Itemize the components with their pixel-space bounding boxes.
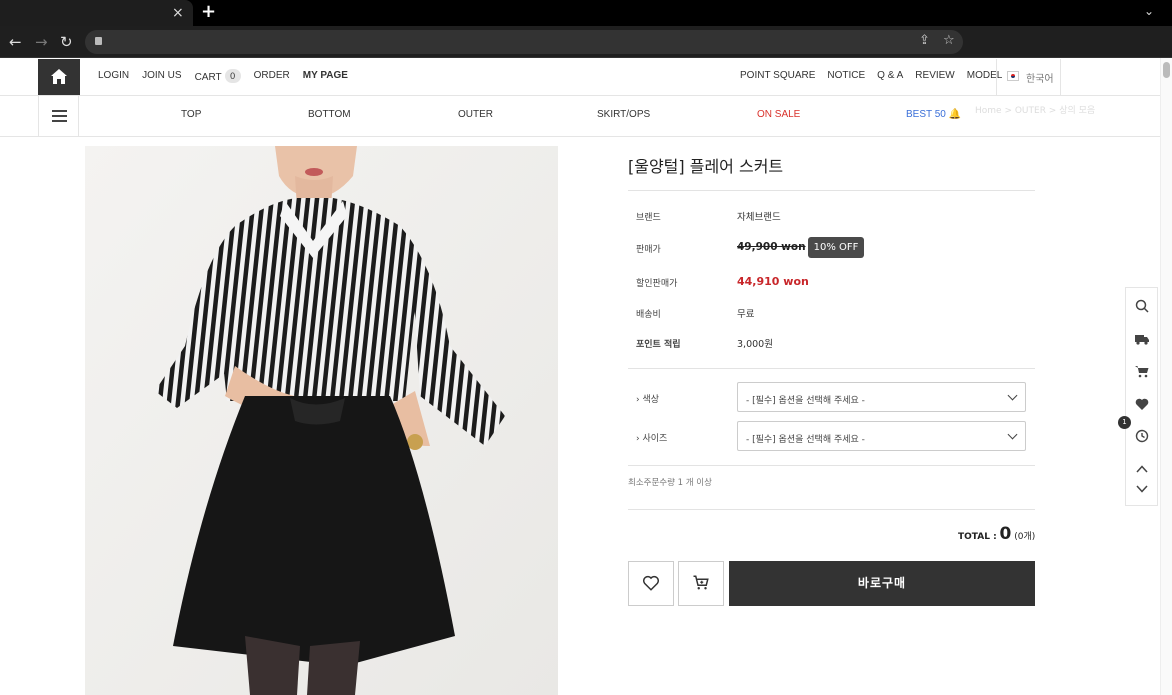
category-skirt-ops[interactable]: SKIRT/OPS <box>597 109 650 120</box>
hamburger-icon <box>52 110 67 112</box>
divider <box>628 509 1035 510</box>
total-label: TOTAL : <box>958 532 997 542</box>
brand-label: 브랜드 <box>636 213 661 223</box>
close-icon[interactable]: × <box>172 4 184 22</box>
hamburger-icon-bar <box>52 120 67 122</box>
wishlist-button[interactable] <box>628 561 674 606</box>
back-icon[interactable]: ← <box>9 32 22 52</box>
category-best-50[interactable]: BEST 50 🔔 <box>906 109 961 120</box>
category-outer[interactable]: OUTER <box>458 109 493 120</box>
cart-link-label: CART <box>194 72 222 83</box>
product-title: [울양털] 플레어 스커트 <box>628 157 784 176</box>
lock-icon <box>95 37 102 45</box>
page-scrollbar[interactable] <box>1160 58 1172 695</box>
min-order-qty: 최소주문수량 1 개 이상 <box>628 478 712 488</box>
site-top-bar: LOGIN JOIN US CART 0 ORDER MY PAGE POINT … <box>0 58 1172 96</box>
heart-icon[interactable] <box>1134 396 1150 412</box>
sale-price: 44,910 won <box>737 275 809 288</box>
cart-icon <box>693 575 709 590</box>
hamburger-icon-bar <box>52 115 67 117</box>
reload-icon[interactable]: ↻ <box>60 32 73 52</box>
bookmark-star-icon[interactable]: ☆ <box>943 33 955 48</box>
total-count: (0개) <box>1014 532 1036 542</box>
truck-icon[interactable] <box>1134 331 1150 347</box>
chevron-down-icon <box>1007 390 1018 401</box>
category-top[interactable]: TOP <box>181 109 201 120</box>
brand-value: 자체브랜드 <box>737 212 781 223</box>
breadcrumb: Home > OUTER > 상의 모음 <box>975 106 1096 116</box>
chevron-up-icon[interactable] <box>1134 461 1150 477</box>
total-value: 0 <box>999 524 1012 544</box>
category-on-sale[interactable]: ON SALE <box>757 109 800 120</box>
clock-icon[interactable] <box>1134 428 1150 444</box>
browser-tab-bar: × + ⌄ <box>0 0 1172 26</box>
price-label: 판매가 <box>636 245 661 255</box>
member-links: LOGIN JOIN US CART 0 ORDER MY PAGE <box>98 69 348 84</box>
color-select-value: - [필수] 옵션을 선택해 주세요 - <box>746 396 865 406</box>
recent-view-badge: 1 <box>1118 416 1131 429</box>
address-bar-row: ← → ↻ ⇪ ☆ <box>0 26 1172 58</box>
chevron-down-icon[interactable] <box>1134 481 1150 497</box>
chevron-down-icon <box>1007 429 1018 440</box>
new-tab-icon[interactable]: + <box>201 2 216 22</box>
size-option-label: › 사이즈 <box>636 434 668 444</box>
login-link[interactable]: LOGIN <box>98 70 129 84</box>
language-label: 한국어 <box>1026 74 1054 85</box>
original-price: 49,900 won <box>737 241 806 253</box>
points-label: 포인트 적립 <box>636 340 681 350</box>
browser-tab[interactable]: × <box>0 0 193 26</box>
size-select[interactable]: - [필수] 옵션을 선택해 주세요 - <box>737 421 1026 451</box>
point-square-link[interactable]: POINT SQUARE <box>740 70 815 81</box>
menu-button[interactable] <box>38 96 79 136</box>
quick-menu <box>1125 287 1158 506</box>
total-price: TOTAL : 0 (0개) <box>958 524 1035 544</box>
divider <box>628 368 1035 369</box>
heart-icon <box>642 575 660 591</box>
share-icon[interactable]: ⇪ <box>919 33 930 48</box>
discount-badge: 10% OFF <box>808 237 864 258</box>
cart-count-badge: 0 <box>224 69 241 83</box>
home-button[interactable] <box>38 59 80 95</box>
address-input[interactable]: ⇪ ☆ <box>85 30 963 54</box>
mypage-link[interactable]: MY PAGE <box>303 70 348 84</box>
board-links: POINT SQUARE NOTICE Q & A REVIEW MODEL <box>740 70 1002 81</box>
cart-link[interactable]: CART 0 <box>194 69 241 84</box>
points-value: 3,000원 <box>737 339 773 350</box>
divider <box>628 465 1035 466</box>
color-select[interactable]: - [필수] 옵션을 선택해 주세요 - <box>737 382 1026 412</box>
korea-flag-icon <box>1007 71 1019 81</box>
category-bottom[interactable]: BOTTOM <box>308 109 351 120</box>
add-to-cart-button[interactable] <box>678 561 724 606</box>
size-select-value: - [필수] 옵션을 선택해 주세요 - <box>746 435 865 445</box>
sale-price-label: 할인판매가 <box>636 279 678 289</box>
qna-link[interactable]: Q & A <box>877 70 903 81</box>
home-icon <box>51 69 67 84</box>
notice-link[interactable]: NOTICE <box>827 70 865 81</box>
scrollbar-thumb[interactable] <box>1163 62 1170 78</box>
tab-search-icon[interactable]: ⌄ <box>1144 4 1154 18</box>
model-photo-illustration <box>85 146 558 695</box>
review-link[interactable]: REVIEW <box>915 70 954 81</box>
order-link[interactable]: ORDER <box>254 70 290 84</box>
product-image[interactable] <box>85 146 558 695</box>
forward-icon: → <box>35 33 48 51</box>
shipping-label: 배송비 <box>636 310 661 320</box>
divider <box>628 190 1035 191</box>
color-option-label: › 색상 <box>636 395 660 405</box>
cart-icon[interactable] <box>1134 363 1150 379</box>
join-link[interactable]: JOIN US <box>142 70 181 84</box>
language-selector[interactable]: 한국어 <box>996 59 1061 95</box>
shipping-value: 무료 <box>737 309 755 320</box>
search-icon[interactable] <box>1134 298 1150 314</box>
buy-now-button[interactable]: 바로구매 <box>729 561 1035 606</box>
